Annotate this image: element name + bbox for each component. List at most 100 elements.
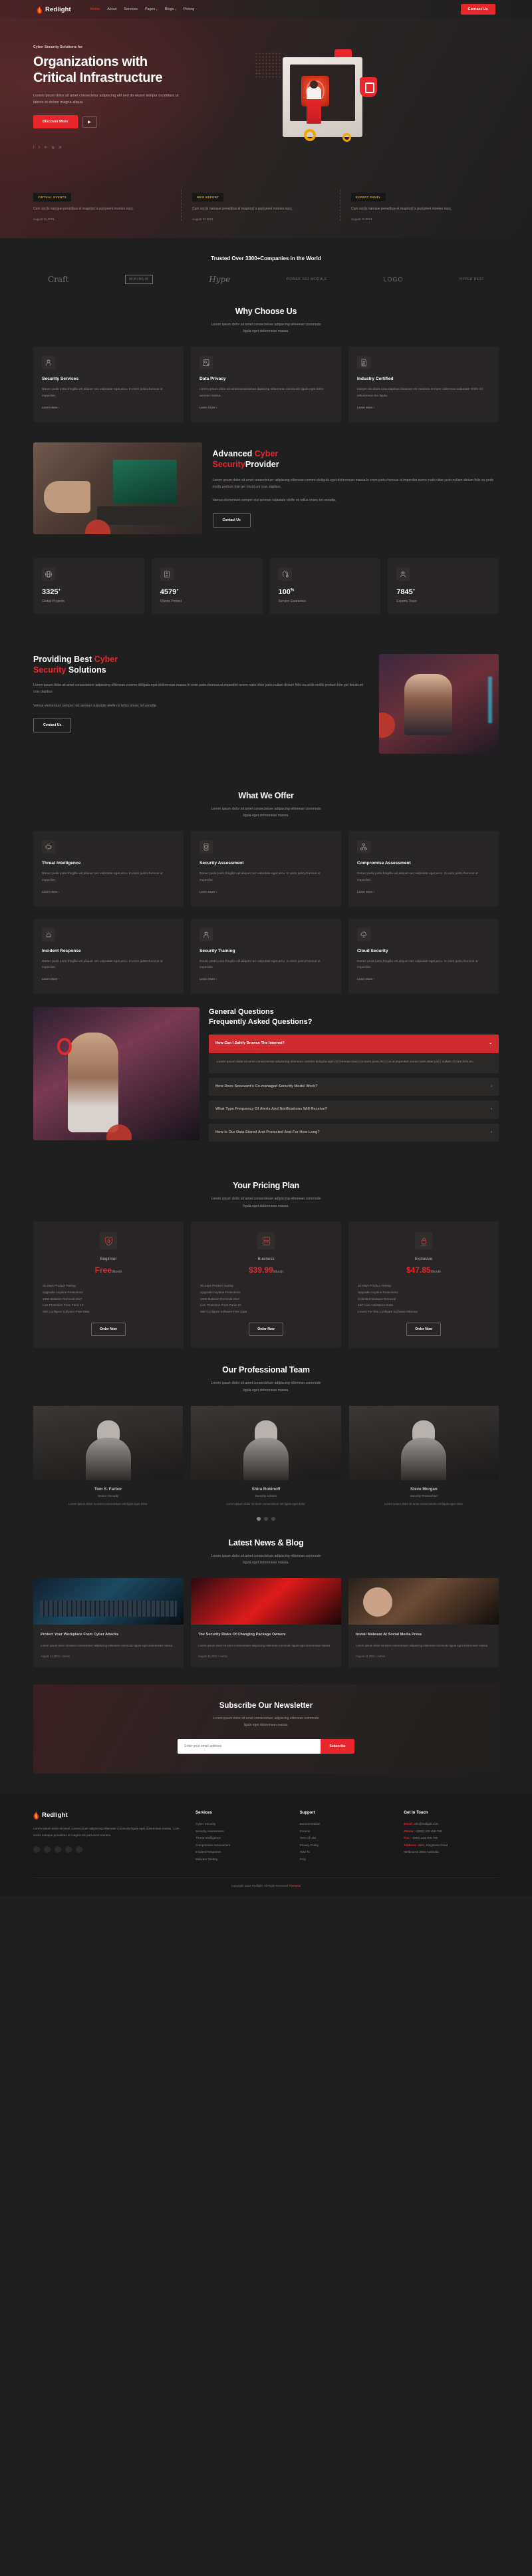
footer-link-label[interactable]: Privacy Policy: [300, 1844, 319, 1847]
team-card[interactable]: Shira Robinoff Security Advisor Lorem ip…: [191, 1406, 341, 1507]
nav-item-home[interactable]: Home: [90, 7, 100, 11]
hero-card[interactable]: EXPERT PANEL Cum sociis natoque penatibu…: [340, 190, 499, 221]
footer-link-label[interactable]: Malware Testing: [196, 1857, 217, 1861]
learn-more-link[interactable]: Learn More ›: [42, 406, 59, 409]
feature-card[interactable]: Security Services Donec pede justo,fring…: [33, 347, 184, 422]
nav-item-pricing[interactable]: Pricing: [184, 7, 194, 11]
faq-question[interactable]: How Is Our Data Stored And Protected And…: [209, 1124, 499, 1142]
footer-brand[interactable]: Redlight: [33, 1811, 186, 1820]
service-card[interactable]: Security Assessment Donec pede justo,fri…: [191, 831, 341, 907]
linkedin-icon[interactable]: [55, 1846, 61, 1853]
advanced-contact-button[interactable]: Contact Us: [212, 512, 251, 528]
footer-link[interactable]: Documentation: [300, 1821, 395, 1828]
feature-title: Data Privacy: [200, 377, 226, 382]
providing-contact-button[interactable]: Contact Us: [33, 718, 72, 733]
faq-question[interactable]: How Can I Safely Browse The Internet? ⌄: [209, 1035, 499, 1053]
email-input[interactable]: [178, 1739, 321, 1754]
footer-support-col: Support Documentation Forums Term of Use…: [300, 1811, 395, 1863]
copyright-brand[interactable]: Themeix: [289, 1884, 301, 1887]
learn-more-link[interactable]: Learn More ›: [42, 890, 59, 893]
blog-card[interactable]: Install Malware At Social Media Press Lo…: [348, 1578, 499, 1668]
learn-more-link[interactable]: Learn More ›: [200, 406, 217, 409]
copyright-text: Copyright 2022 Redlight. All Right Reser…: [231, 1884, 289, 1888]
team-card[interactable]: Steve Morgan Security Researcher Lorem i…: [348, 1406, 499, 1507]
plan-price-period: /Month: [112, 1270, 122, 1275]
footer-link-label[interactable]: Incident Response: [196, 1850, 221, 1853]
footer-link[interactable]: Security Assessment: [196, 1828, 291, 1836]
nav-item-blogs[interactable]: Blogs ▾: [165, 7, 176, 11]
hero-card[interactable]: VIRTUAL EVENTS Cum sociis natoque penati…: [33, 190, 182, 221]
footer-link-label[interactable]: How To: [300, 1850, 310, 1853]
footer-link-label[interactable]: Term of Use: [300, 1836, 317, 1840]
footer-link-label[interactable]: FAQ: [300, 1857, 306, 1861]
feature-card[interactable]: Industry Certified Integer tincidunt Cra…: [348, 347, 499, 422]
learn-more-link[interactable]: Learn More ›: [357, 406, 374, 409]
plan-feature: Site Configure Software Free Data: [43, 1309, 90, 1313]
instagram-icon[interactable]: [65, 1846, 72, 1853]
footer-link-label[interactable]: Security Assessment: [196, 1830, 224, 1833]
faq-question[interactable]: How Does Secuvant's Co-managed Security …: [209, 1078, 499, 1096]
stat-value: 3325: [42, 587, 59, 596]
footer-link[interactable]: Cyber Security: [196, 1821, 291, 1828]
footer-link[interactable]: Threat Intelligence: [196, 1835, 291, 1842]
service-card[interactable]: Threat Intelligence Donec pede justo,fri…: [33, 831, 184, 907]
instagram-icon[interactable]: ig: [52, 146, 55, 150]
facebook-icon[interactable]: [33, 1846, 40, 1853]
contact-value[interactable]: info@redlight.com: [414, 1822, 438, 1826]
play-video-button[interactable]: ▶: [82, 116, 97, 128]
hero-card[interactable]: NEW REPORT Cum sociis natoque penatibus …: [182, 190, 340, 221]
plan-feature: Live Protection From Panic 10: [43, 1303, 84, 1307]
nav-item-about[interactable]: About: [107, 7, 116, 11]
avatar: [33, 1406, 184, 1481]
footer-link[interactable]: How To: [300, 1849, 395, 1856]
nav-item-pages[interactable]: Pages ▾: [145, 7, 158, 11]
faq-question[interactable]: What Type Frequency Of Alerts And Notifi…: [209, 1100, 499, 1119]
footer-services-col: Services Cyber Security Security Assessm…: [196, 1811, 291, 1863]
twitter-icon[interactable]: [44, 1846, 51, 1853]
blog-card[interactable]: The Security Risks Of Changing Package O…: [191, 1578, 341, 1668]
faq-image: [33, 1007, 200, 1140]
footer-link[interactable]: FAQ: [300, 1856, 395, 1863]
discover-more-button[interactable]: Discover More: [33, 115, 78, 129]
service-card[interactable]: Compromise Assessment Donec pede justo,f…: [348, 831, 499, 907]
order-now-button[interactable]: Order Now: [249, 1323, 283, 1337]
team-card[interactable]: Tom S. Farbor Senior Security Lorem ipsu…: [33, 1406, 184, 1507]
youtube-icon[interactable]: yt: [59, 146, 62, 150]
subscribe-button[interactable]: Subscribe: [321, 1739, 354, 1754]
service-card[interactable]: Cloud Security Donec pede justo,fringill…: [348, 918, 499, 994]
hero-social-links: f t in ig yt: [33, 146, 236, 150]
service-text: Donec pede justo,fringilla vel,aliquet n…: [357, 872, 478, 882]
blog-card[interactable]: Protect Your Workplace From Cyber Attack…: [33, 1578, 184, 1668]
footer-link-label[interactable]: Threat Intelligence: [196, 1836, 221, 1840]
linkedin-icon[interactable]: in: [45, 146, 47, 150]
footer-link-label[interactable]: Documentation: [300, 1822, 321, 1826]
service-card[interactable]: Security Training Donec pede justo,fring…: [191, 918, 341, 994]
footer-link[interactable]: Compromise Assessment: [196, 1842, 291, 1850]
advanced-provider-section: Advanced Cyber SecurityProvider Lorem ip…: [0, 422, 532, 554]
footer-link[interactable]: Privacy Policy: [300, 1842, 395, 1850]
learn-more-link[interactable]: Learn More ›: [200, 977, 217, 981]
order-now-button[interactable]: Order Now: [91, 1323, 126, 1337]
footer-link[interactable]: Malware Testing: [196, 1856, 291, 1863]
footer-link[interactable]: Incident Response: [196, 1849, 291, 1856]
contact-value[interactable]: +(880) 123 456 789: [415, 1830, 442, 1833]
nav-item-services[interactable]: Services: [124, 7, 138, 11]
footer-link-label[interactable]: Forums: [300, 1830, 311, 1833]
learn-more-link[interactable]: Learn More ›: [357, 977, 374, 981]
contact-us-button[interactable]: Contact Us: [460, 4, 495, 15]
youtube-icon[interactable]: [76, 1846, 82, 1853]
service-card[interactable]: Incident Response Donec pede justo,fring…: [33, 918, 184, 994]
learn-more-link[interactable]: Learn More ›: [357, 890, 374, 893]
footer-link-label[interactable]: Cyber Security: [196, 1822, 215, 1826]
order-now-button[interactable]: Order Now: [406, 1323, 441, 1337]
learn-more-link[interactable]: Learn More ›: [200, 890, 217, 893]
feature-card[interactable]: Data Privacy Lorem ipsum dolor sit ametc…: [191, 347, 341, 422]
footer-link[interactable]: Forums: [300, 1828, 395, 1836]
plan-features: 30 Days Product Testing Upgradle Anytime…: [358, 1283, 489, 1315]
footer-link[interactable]: Term of Use: [300, 1835, 395, 1842]
learn-more-link[interactable]: Learn More ›: [42, 977, 59, 981]
logo-logo: LOGO: [383, 275, 404, 283]
brand-logo[interactable]: Redlight: [37, 5, 71, 14]
facebook-icon[interactable]: f: [33, 146, 34, 150]
footer-link-label[interactable]: Compromise Assessment: [196, 1844, 230, 1847]
